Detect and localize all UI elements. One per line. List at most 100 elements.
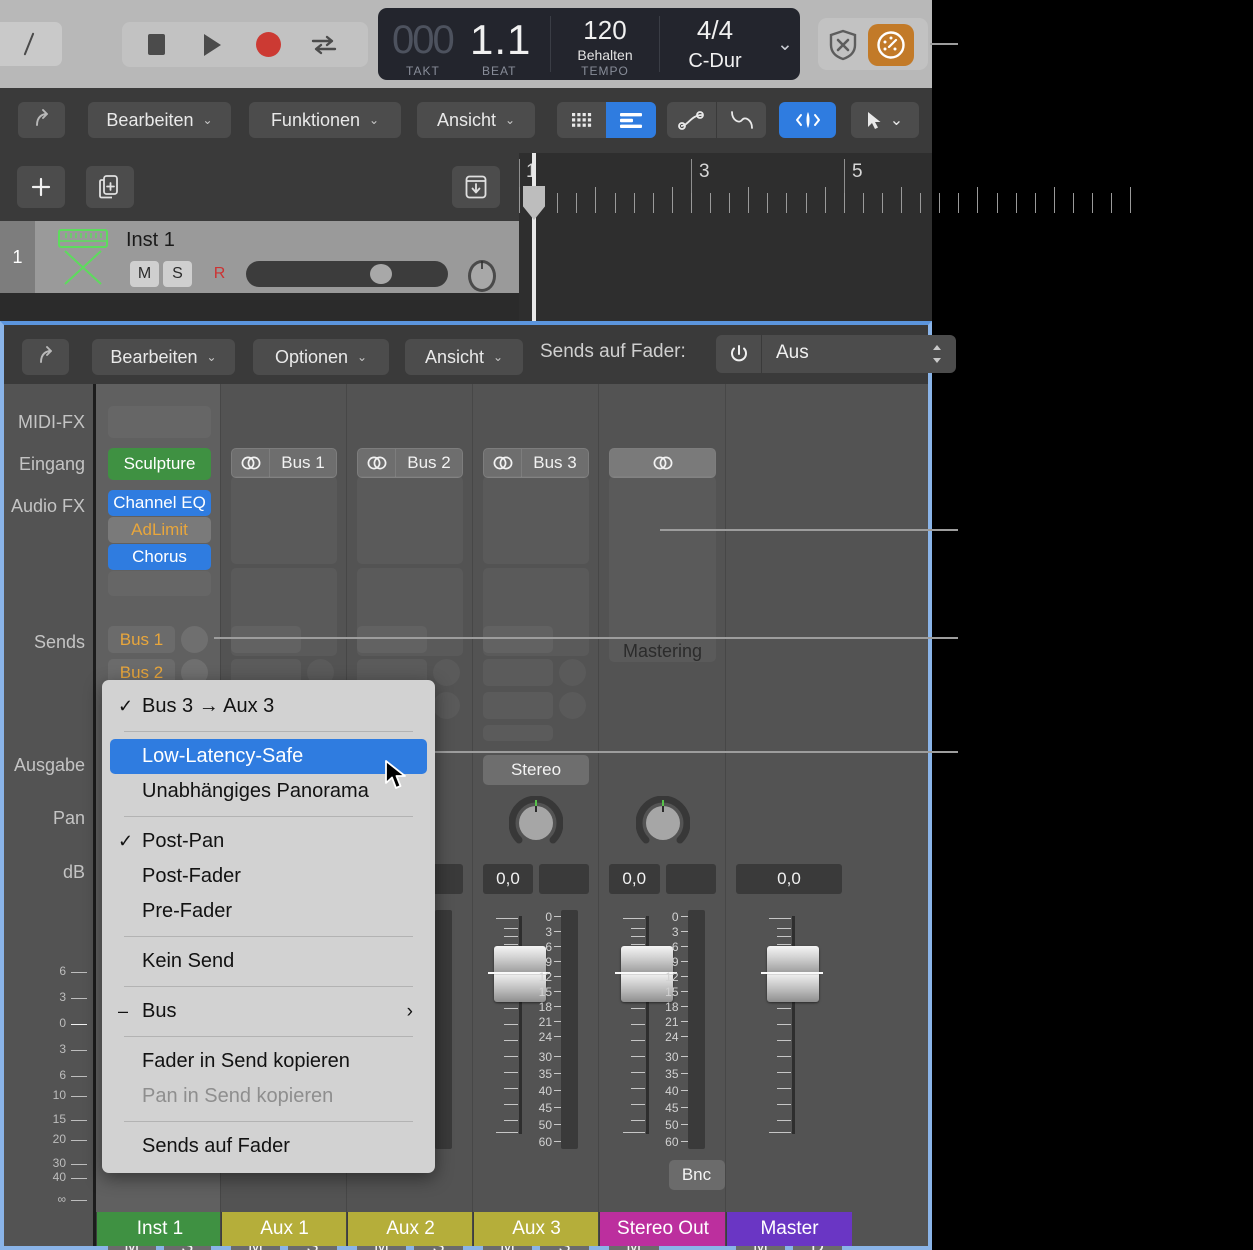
lcd-chevron-down-icon[interactable]: ⌄: [770, 8, 800, 80]
flex-pitch-button[interactable]: [717, 102, 766, 138]
cycle-button[interactable]: [296, 22, 352, 67]
power-icon: [730, 345, 747, 362]
menu-funktionen[interactable]: Funktionen ⌄: [249, 102, 401, 138]
mixer-menu-optionen[interactable]: Optionen ⌄: [253, 339, 389, 375]
db-value-field[interactable]: 0,0: [609, 864, 660, 894]
menu-item[interactable]: – Bus ›: [102, 994, 435, 1029]
track-canvas[interactable]: [519, 221, 932, 321]
sends-on-faders-value[interactable]: Aus: [776, 342, 809, 364]
track-volume-knob[interactable]: [370, 264, 392, 284]
send-slot[interactable]: [357, 626, 427, 653]
channel-name-button[interactable]: Aux 3: [473, 1212, 599, 1246]
snap-to-transient-button[interactable]: [779, 102, 836, 138]
back-button[interactable]: [18, 102, 65, 138]
audio-fx-slot-empty[interactable]: [357, 476, 463, 564]
channel-strip-aux-3[interactable]: Bus 3 Stereo 0,0 0 3 6 9 12 15 18 21 24 30 35 40 45 50 60…: [472, 384, 599, 1250]
input-slot[interactable]: Bus 2: [357, 448, 463, 478]
menu-item[interactable]: Post-Fader: [102, 859, 435, 894]
audio-fx-slot-empty[interactable]: [231, 476, 337, 564]
lcd-tempo[interactable]: 120 Behalten TEMPO: [551, 8, 659, 80]
import-button[interactable]: [452, 166, 500, 208]
channel-name-button[interactable]: Inst 1: [96, 1212, 223, 1246]
send-slot-empty[interactable]: [483, 725, 553, 741]
stop-button[interactable]: [128, 22, 184, 67]
pan-knob[interactable]: [635, 795, 690, 850]
audio-fx-slot-empty[interactable]: [483, 476, 589, 564]
track-volume-slider[interactable]: [246, 261, 448, 287]
audio-fx-slot[interactable]: AdLimit: [108, 517, 211, 543]
shield-x-icon[interactable]: [828, 29, 858, 61]
send-level-knob[interactable]: [307, 626, 334, 653]
send-slot[interactable]: [231, 626, 301, 653]
db-value-field[interactable]: 0,0: [736, 864, 842, 894]
menu-item[interactable]: Fader in Send kopieren: [102, 1044, 435, 1079]
send-level-knob[interactable]: [559, 626, 586, 653]
send-slot[interactable]: [483, 659, 553, 686]
menu-item[interactable]: Kein Send: [102, 944, 435, 979]
lcd-display[interactable]: 000 1.1 TAKT BEAT 120 Behalten TEMPO 4/4…: [378, 8, 800, 80]
menu-bearbeiten[interactable]: Bearbeiten ⌄: [88, 102, 231, 138]
pan-knob[interactable]: [508, 795, 564, 850]
mixer-back-button[interactable]: [22, 339, 69, 375]
sends-on-faders-power-button[interactable]: [716, 335, 762, 373]
pointer-tool-button[interactable]: ⌄: [851, 102, 919, 138]
track-row-inst1[interactable]: 1 Inst 1 M S R: [0, 221, 519, 293]
add-track-button[interactable]: [17, 166, 65, 208]
channel-strip-stereo-out[interactable]: Mastering 0,0 0 3 6 9 12 15 18 21 24 30 35 40 45 50 60 Bn…: [598, 384, 726, 1250]
channel-name-button[interactable]: Aux 2: [347, 1212, 473, 1246]
track-record-button[interactable]: R: [205, 261, 234, 287]
mixer-menu-bearbeiten[interactable]: Bearbeiten ⌄: [92, 339, 235, 375]
send-slot[interactable]: Bus 1: [108, 626, 175, 653]
duplicate-track-button[interactable]: [86, 166, 134, 208]
audio-fx-slot[interactable]: Chorus: [108, 544, 211, 570]
menu-item[interactable]: ✓ Post-Pan: [102, 824, 435, 859]
mixer-menu-ansicht[interactable]: Ansicht ⌄: [405, 339, 523, 375]
midi-fx-slot[interactable]: [108, 406, 211, 438]
db-value-field[interactable]: 0,0: [483, 864, 533, 894]
menu-ansicht[interactable]: Ansicht ⌄: [417, 102, 535, 138]
list-view-button[interactable]: [606, 102, 656, 138]
input-slot[interactable]: Bus 1: [231, 448, 337, 478]
channel-name-button[interactable]: Master: [726, 1212, 852, 1246]
volume-fader[interactable]: [761, 946, 823, 1002]
track-solo-button[interactable]: S: [163, 261, 192, 287]
input-slot[interactable]: Sculpture: [108, 448, 211, 480]
send-level-knob[interactable]: [559, 692, 586, 719]
tool-menu-left[interactable]: [0, 22, 62, 66]
send-level-knob[interactable]: [433, 626, 460, 653]
send-level-knob[interactable]: [433, 692, 460, 719]
channel-name-button[interactable]: Aux 1: [221, 1212, 347, 1246]
audio-fx-slot-empty[interactable]: [609, 476, 716, 662]
menu-item[interactable]: ✓ Bus 3 → Aux 3: [102, 689, 435, 724]
automation-curve-button[interactable]: [667, 102, 716, 138]
lcd-signature[interactable]: 4/4 C-Dur: [660, 8, 770, 80]
bounce-button[interactable]: Bnc: [668, 1160, 725, 1190]
send-level-knob[interactable]: [433, 659, 460, 686]
track-pan-knob[interactable]: [464, 255, 500, 293]
send-slot[interactable]: [483, 626, 553, 653]
menu-item[interactable]: Sends auf Fader: [102, 1129, 435, 1164]
send-context-menu[interactable]: ✓ Bus 3 → Aux 3 Low-Latency-Safe Unabhängig…: [102, 680, 435, 1173]
menu-item[interactable]: Pre-Fader: [102, 894, 435, 929]
output-slot[interactable]: Stereo: [483, 755, 589, 785]
channel-strip-master[interactable]: 0,0MDMaster: [725, 384, 852, 1250]
menu-item[interactable]: Low-Latency-Safe: [110, 739, 427, 774]
stepper-arrows-icon[interactable]: [930, 343, 944, 369]
track-mute-button[interactable]: M: [130, 261, 159, 287]
input-slot[interactable]: Bus 3: [483, 448, 589, 478]
play-button[interactable]: [184, 22, 240, 67]
record-button[interactable]: [240, 22, 296, 67]
peak-value-field[interactable]: [665, 864, 716, 894]
lcd-position[interactable]: 000 1.1 TAKT BEAT: [378, 8, 550, 80]
send-slot[interactable]: [483, 692, 553, 719]
send-level-knob[interactable]: [559, 659, 586, 686]
send-level-knob[interactable]: [181, 626, 208, 653]
tuner-button[interactable]: [868, 24, 914, 66]
input-slot[interactable]: [609, 448, 716, 478]
timeline-ruler[interactable]: 1 3 5: [519, 153, 1132, 221]
audio-fx-slot-empty[interactable]: [108, 571, 211, 596]
channel-name-button[interactable]: Stereo Out: [599, 1212, 726, 1246]
peak-value-field[interactable]: [539, 864, 589, 894]
grid-view-button[interactable]: [557, 102, 606, 138]
audio-fx-slot[interactable]: Channel EQ: [108, 490, 211, 516]
